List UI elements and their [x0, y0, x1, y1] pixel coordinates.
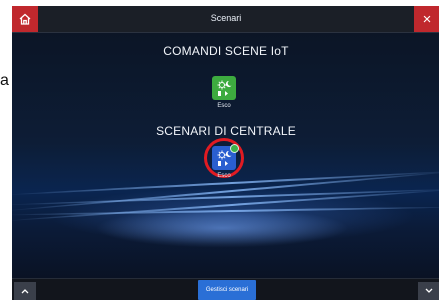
scroll-down-button[interactable]: [418, 282, 439, 300]
sun-moon-scene-icon: [217, 80, 232, 96]
chevron-down-icon: [425, 288, 433, 293]
section-title-centrale: SCENARI DI CENTRALE: [156, 124, 296, 138]
scene-label: Esco: [217, 103, 231, 109]
close-button[interactable]: ×: [414, 6, 439, 32]
status-badge: [230, 144, 239, 153]
section-title-iot: COMANDI SCENE IoT: [163, 44, 289, 58]
highlight-ring: [204, 138, 244, 178]
scene-tile-iot-esco[interactable]: [212, 76, 236, 100]
manage-scenes-button[interactable]: Gestisci scenari: [198, 280, 256, 300]
close-icon: ×: [422, 10, 432, 28]
bottom-bar: Gestisci scenari: [12, 278, 439, 300]
app-screen: Scenari × COMANDI SCENE IoT Esco SCENARI…: [12, 6, 439, 300]
chevron-up-icon: [21, 289, 29, 294]
scene-label: Esco: [217, 173, 231, 179]
side-letter: a: [0, 72, 9, 89]
top-bar: Scenari ×: [12, 6, 439, 33]
page-title: Scenari: [210, 13, 242, 23]
scroll-up-button[interactable]: [14, 282, 36, 300]
